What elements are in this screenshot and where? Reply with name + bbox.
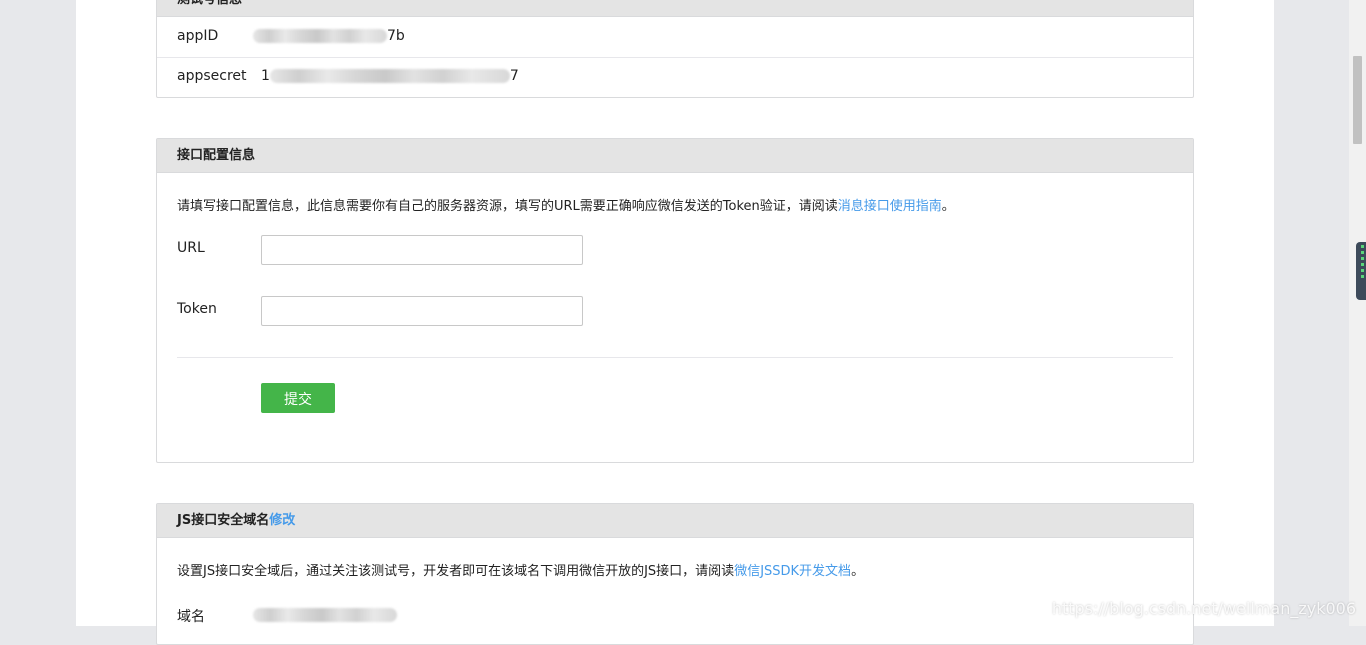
appsecret-row: appsecret 17 (177, 57, 1173, 97)
widget-dot (1361, 269, 1364, 272)
watermark-text: https://blog.csdn.net/wellman_zyk006 (1051, 599, 1356, 618)
interface-config-desc-text: 请填写接口配置信息，此信息需要你有自己的服务器资源，填写的URL需要正确响应微信… (177, 199, 838, 214)
appsecret-label: appsecret (177, 68, 247, 84)
widget-dot (1361, 257, 1364, 260)
interface-config-panel: 接口配置信息 请填写接口配置信息，此信息需要你有自己的服务器资源，填写的URL需… (156, 138, 1194, 463)
appsecret-value: 17 (261, 68, 519, 84)
vertical-scrollbar[interactable] (1349, 0, 1366, 626)
js-domain-panel: JS接口安全域名修改 设置JS接口安全域后，通过关注该测试号，开发者即可在该域名… (156, 503, 1194, 645)
appid-label: appID (177, 28, 219, 44)
form-divider (177, 357, 1173, 358)
js-domain-desc-text: 设置JS接口安全域后，通过关注该测试号，开发者即可在该域名下调用微信开放的JS接… (177, 564, 735, 579)
submit-button[interactable]: 提交 (261, 383, 335, 413)
js-domain-description: 设置JS接口安全域后，通过关注该测试号，开发者即可在该域名下调用微信开放的JS接… (177, 560, 864, 579)
test-account-title: 测试号信息 (157, 0, 1193, 17)
appid-redaction (253, 29, 387, 43)
appsecret-suffix: 7 (509, 68, 519, 84)
js-domain-desc-end: 。 (851, 564, 865, 579)
appsecret-prefix: 1 (261, 68, 270, 84)
page-container: 测试号信息 appID 7b appsecret 17 接口配置信息 请填写接口… (76, 0, 1274, 645)
token-label: Token (177, 301, 217, 317)
scrollbar-thumb[interactable] (1353, 56, 1362, 144)
interface-config-title: 接口配置信息 (157, 139, 1193, 173)
appid-row: appID 7b (177, 17, 1173, 57)
jssdk-docs-link[interactable]: 微信JSSDK开发文档 (734, 564, 851, 579)
appsecret-redaction (269, 69, 510, 83)
interface-config-desc-end: 。 (941, 199, 955, 214)
edit-domain-link[interactable]: 修改 (269, 513, 295, 528)
widget-dot (1361, 245, 1364, 248)
appid-suffix: 7b (387, 28, 405, 44)
widget-dot (1361, 251, 1364, 254)
appid-value: 7b (253, 28, 405, 44)
widget-dot (1361, 263, 1364, 266)
floating-side-widget[interactable] (1356, 242, 1366, 300)
message-interface-guide-link[interactable]: 消息接口使用指南 (838, 199, 942, 214)
js-domain-title: JS接口安全域名 (177, 513, 270, 528)
url-label: URL (177, 240, 205, 256)
token-input[interactable] (261, 296, 583, 326)
domain-label: 域名 (177, 609, 205, 625)
widget-dot (1361, 275, 1364, 278)
interface-config-description: 请填写接口配置信息，此信息需要你有自己的服务器资源，填写的URL需要正确响应微信… (177, 195, 955, 214)
domain-redaction (253, 608, 397, 622)
js-domain-header: JS接口安全域名修改 (157, 504, 1193, 538)
test-account-panel: 测试号信息 appID 7b appsecret 17 (156, 0, 1194, 98)
url-input[interactable] (261, 235, 583, 265)
